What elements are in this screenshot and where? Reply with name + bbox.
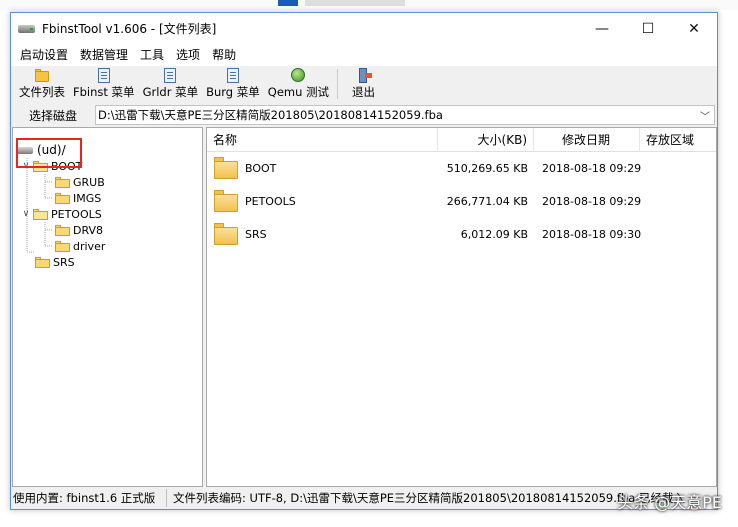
fbinsttool-window: FbinstTool v1.606 - [文件列表] — ☐ ✕ 启动设置 数据… (10, 12, 718, 510)
folder-icon (55, 240, 70, 252)
list-row-petools[interactable]: PETOOLS 266,771.04 KB 2018-08-18 09:29 (207, 185, 716, 218)
app-disk-icon (18, 24, 36, 34)
tree-item-driver[interactable]: driver (53, 238, 105, 254)
qemu-test-label: Qemu 测试 (267, 85, 330, 99)
column-area[interactable]: 存放区域 (640, 128, 716, 152)
row-name: BOOT (245, 162, 277, 175)
file-list-view: 名称 大小(KB) 修改日期 存放区域 BOOT 510,269.65 KB 2… (206, 127, 717, 487)
qemu-icon (290, 68, 306, 83)
menu-help[interactable]: 帮助 (206, 44, 242, 66)
status-builtin-version: 使用内置: fbinst1.6 正式版 (11, 489, 167, 507)
row-date: 2018-08-18 09:29 (542, 162, 642, 175)
close-button[interactable]: ✕ (671, 13, 717, 44)
list-row-boot[interactable]: BOOT 510,269.65 KB 2018-08-18 09:29 (207, 152, 716, 185)
tree-item-label: PETOOLS (51, 207, 102, 221)
tree-item-grub[interactable]: GRUB (53, 174, 105, 190)
disk-path-combobox[interactable]: D:\迅雷下载\天意PE三分区精简版201805\20180814152059.… (95, 105, 715, 125)
row-date: 2018-08-18 09:30 (542, 228, 642, 241)
burg-menu-button[interactable]: Burg 菜单 (202, 68, 264, 101)
window-title: FbinstTool v1.606 - [文件列表] (42, 22, 217, 36)
burg-menu-label: Burg 菜单 (206, 85, 260, 99)
tree-item-label: SRS (53, 255, 75, 269)
folder-icon (55, 192, 70, 204)
column-size[interactable]: 大小(KB) (438, 128, 534, 152)
grldr-menu-label: Grldr 菜单 (142, 85, 199, 99)
folder-icon (55, 176, 70, 188)
row-size: 6,012.09 KB (460, 228, 528, 241)
file-list-button[interactable]: 文件列表 (15, 68, 69, 101)
document-icon (96, 68, 112, 83)
column-date[interactable]: 修改日期 (534, 128, 640, 152)
tree-item-srs[interactable]: SRS (33, 254, 75, 270)
toolbar-separator (337, 69, 339, 99)
document-icon (162, 68, 178, 83)
fbinst-menu-button[interactable]: Fbinst 菜单 (69, 68, 139, 101)
exit-icon (356, 68, 372, 83)
watermark: 头条 @天意PE (617, 493, 722, 512)
folder-icon (35, 256, 50, 268)
toolbar: 文件列表 Fbinst 菜单 Grldr 菜单 Burg 菜单 Qemu 测试 … (11, 66, 717, 102)
menu-data-management[interactable]: 数据管理 (74, 44, 134, 66)
background-strip (0, 0, 738, 10)
minimize-button[interactable]: — (579, 13, 625, 44)
row-size: 510,269.65 KB (446, 162, 528, 175)
folder-icon (34, 68, 50, 83)
tree-item-label: GRUB (73, 175, 105, 189)
tree-item-label: DRV8 (73, 223, 104, 237)
menu-boot-settings[interactable]: 启动设置 (14, 44, 74, 66)
folder-tree: (ud)/ ∨ BOOT GRUB IMGS ∨ PETOOLS DRV8 dr… (12, 127, 203, 487)
folder-icon (55, 224, 70, 236)
menu-options[interactable]: 选项 (170, 44, 206, 66)
chevron-down-icon[interactable]: ∨ (21, 209, 31, 219)
tree-item-drv8[interactable]: DRV8 (53, 222, 103, 238)
row-date: 2018-08-18 09:29 (542, 195, 642, 208)
column-name[interactable]: 名称 (207, 128, 438, 152)
tree-item-petools[interactable]: ∨ PETOOLS (21, 206, 102, 222)
grldr-menu-button[interactable]: Grldr 菜单 (139, 68, 203, 101)
red-highlight-box (16, 138, 82, 168)
list-row-srs[interactable]: SRS 6,012.09 KB 2018-08-18 09:30 (207, 218, 716, 251)
disk-select-bar: 选择磁盘 D:\迅雷下载\天意PE三分区精简版201805\2018081415… (11, 103, 717, 127)
exit-label: 退出 (352, 85, 376, 99)
document-icon (225, 68, 241, 83)
menu-bar: 启动设置 数据管理 工具 选项 帮助 (11, 44, 717, 66)
tree-item-label: IMGS (73, 191, 102, 205)
disk-select-label: 选择磁盘 (28, 108, 77, 123)
row-name: PETOOLS (245, 195, 296, 208)
status-bar: 使用内置: fbinst1.6 正式版 文件列表编码: UTF-8, D:\迅雷… (11, 487, 717, 509)
chevron-down-icon[interactable]: ﹀ (700, 108, 710, 123)
title-bar: FbinstTool v1.606 - [文件列表] — ☐ ✕ (11, 13, 717, 44)
disk-path-value: D:\迅雷下载\天意PE三分区精简版201805\20180814152059.… (98, 108, 443, 122)
file-list-label: 文件列表 (19, 85, 65, 99)
row-size: 266,771.04 KB (446, 195, 528, 208)
row-name: SRS (245, 228, 267, 241)
qemu-test-button[interactable]: Qemu 测试 (264, 68, 333, 101)
list-header: 名称 大小(KB) 修改日期 存放区域 (207, 128, 716, 152)
fbinst-menu-label: Fbinst 菜单 (73, 85, 135, 99)
tree-item-label: driver (73, 239, 106, 253)
folder-icon (214, 223, 238, 245)
exit-button[interactable]: 退出 (342, 68, 385, 101)
folder-icon (214, 190, 238, 212)
menu-tools[interactable]: 工具 (134, 44, 170, 66)
maximize-button[interactable]: ☐ (625, 13, 671, 44)
folder-icon (214, 157, 238, 179)
tree-item-imgs[interactable]: IMGS (53, 190, 101, 206)
folder-open-icon (33, 208, 48, 220)
